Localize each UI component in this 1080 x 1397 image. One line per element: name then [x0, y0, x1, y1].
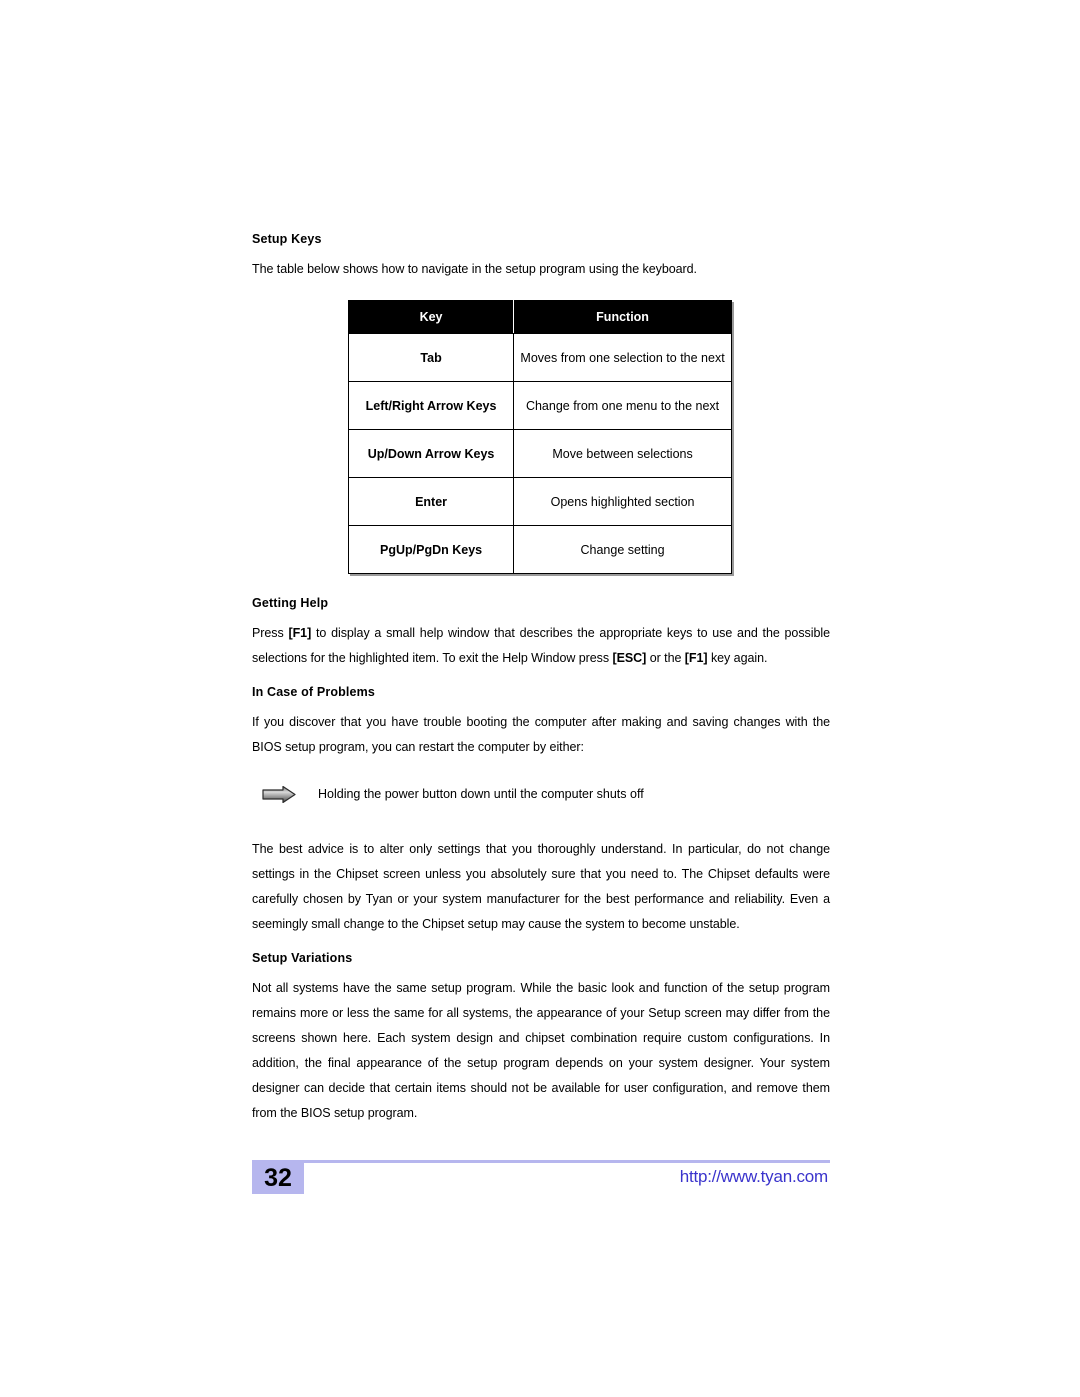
table-row: Up/Down Arrow Keys Move between selectio… — [347, 429, 732, 478]
setup-keys-intro-text: The table below shows how to navigate in… — [252, 262, 697, 276]
table-cell-function: Change from one menu to the next — [513, 381, 732, 430]
right-arrow-icon — [262, 786, 296, 803]
key-reference-f1-again: [F1] — [684, 651, 708, 665]
table-cell-function: Opens highlighted section — [513, 477, 732, 526]
page-content: Setup Keys The table below shows how to … — [252, 232, 830, 1126]
key-reference-f1: [F1] — [288, 626, 312, 640]
table-cell-function: Change setting — [513, 525, 732, 574]
table-header-key: Key — [347, 300, 515, 334]
table-row: Tab Moves from one selection to the next — [347, 333, 732, 382]
setup-variations-paragraph: Not all systems have the same setup prog… — [252, 981, 830, 1120]
heading-setup-keys: Setup Keys — [252, 232, 322, 246]
chipset-advice-paragraph: The best advice is to alter only setting… — [252, 842, 830, 931]
heading-getting-help: Getting Help — [252, 596, 329, 610]
bullet-item: Holding the power button down until the … — [262, 782, 830, 807]
table-row: Left/Right Arrow Keys Change from one me… — [347, 381, 732, 430]
table-cell-function: Moves from one selection to the next — [513, 333, 732, 382]
heading-in-case-of-problems: In Case of Problems — [252, 685, 376, 699]
table-cell-function: Move between selections — [513, 429, 732, 478]
table-cell-key: Up/Down Arrow Keys — [347, 429, 515, 478]
table-header-row: Key Function — [347, 300, 732, 334]
page-number: 32 — [252, 1163, 304, 1194]
table-body: Tab Moves from one selection to the next… — [347, 333, 732, 574]
table-header: Key Function — [347, 300, 732, 334]
key-reference-esc: [ESC] — [612, 651, 647, 665]
footer-url-link[interactable]: http://www.tyan.com — [680, 1162, 829, 1192]
table-cell-key: Tab — [347, 333, 515, 382]
table-row: PgUp/PgDn Keys Change setting — [347, 525, 732, 574]
table-cell-key: Left/Right Arrow Keys — [347, 381, 515, 430]
getting-help-text-3: or the — [646, 651, 685, 665]
getting-help-text-4: key again. — [707, 651, 768, 665]
setup-keys-table: Key Function Tab Moves from one selectio… — [347, 300, 732, 574]
heading-setup-variations: Setup Variations — [252, 951, 353, 965]
table-cell-key: PgUp/PgDn Keys — [347, 525, 515, 574]
in-case-of-problems-paragraph: If you discover that you have trouble bo… — [252, 715, 830, 754]
document-page: Setup Keys The table below shows how to … — [0, 0, 1080, 1397]
setup-keys-table-wrapper: Key Function Tab Moves from one selectio… — [347, 300, 732, 574]
getting-help-paragraph: Press [F1] to display a small help windo… — [252, 621, 830, 671]
table-row: Enter Opens highlighted section — [347, 477, 732, 526]
bullet-item-label: Holding the power button down until the … — [318, 787, 644, 801]
table-header-function: Function — [513, 300, 732, 334]
table-cell-key: Enter — [347, 477, 515, 526]
page-footer: 32 http://www.tyan.com — [252, 1160, 830, 1210]
getting-help-text-1: Press — [252, 626, 289, 640]
